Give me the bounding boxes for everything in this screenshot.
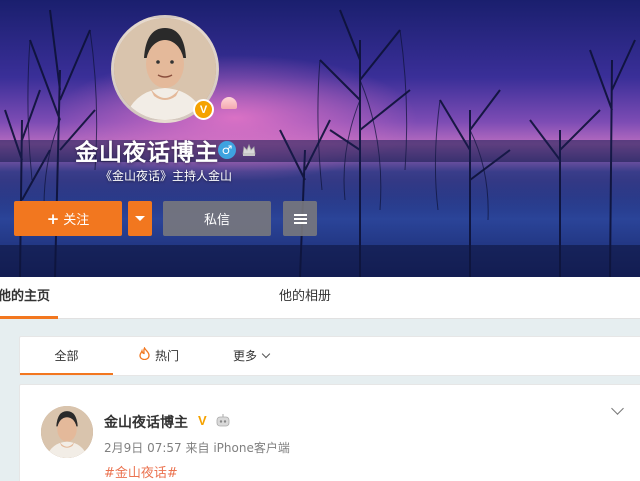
follow-label: 关注: [63, 213, 90, 228]
chevron-down-icon[interactable]: [611, 402, 624, 415]
triangle-down-icon: [135, 216, 145, 221]
profile-cover: V 金山夜话博主 ♂ 《金山夜话》主持人金山 + 关注 私信: [0, 0, 640, 277]
profile-name: 金山夜话博主: [75, 140, 219, 166]
plus-icon: +: [46, 209, 60, 228]
filter-hot-label: 热门: [155, 349, 180, 363]
more-menu-button[interactable]: [283, 201, 317, 236]
post-source-prefix: 来自: [185, 441, 210, 455]
member-robot-icon[interactable]: [215, 413, 231, 427]
post-author-name[interactable]: 金山夜话博主: [104, 412, 188, 432]
profile-description: 《金山夜话》主持人金山: [100, 169, 233, 183]
follow-dropdown-button[interactable]: [128, 201, 152, 236]
message-label: 私信: [203, 213, 230, 228]
tab-home[interactable]: 他的主页: [0, 277, 58, 319]
post-meta: 2月9日 07:57 来自 iPhone客户端: [104, 439, 290, 456]
filter-all[interactable]: 全部: [20, 337, 113, 375]
message-button[interactable]: 私信: [163, 201, 271, 236]
feed-filter-bar: 全部 热门 更多: [19, 336, 640, 376]
filter-more-label: 更多: [233, 349, 258, 363]
verified-badge-icon: V: [193, 99, 214, 120]
post-card: 金山夜话博主 V 2月9日 07:57 来自 iPhone客户端 #金山夜话#: [19, 384, 640, 481]
author-portrait-image: [41, 406, 93, 458]
sun-decoration: [221, 97, 237, 109]
post-hashtag[interactable]: #金山夜话#: [104, 462, 178, 481]
post-author-avatar[interactable]: [41, 406, 93, 458]
profile-tabs: 他的主页 他的相册: [0, 277, 640, 319]
follow-button[interactable]: + 关注: [14, 201, 122, 236]
post-date[interactable]: 2月9日 07:57: [104, 441, 182, 455]
chevron-down-icon: [261, 349, 271, 359]
post-source: iPhone客户端: [213, 441, 290, 455]
hamburger-icon: [293, 212, 307, 226]
verified-v-icon: V: [198, 413, 207, 428]
filter-hot[interactable]: 热门: [139, 337, 179, 375]
filter-more[interactable]: 更多: [233, 337, 271, 375]
fire-icon: [139, 337, 150, 375]
crown-icon[interactable]: [241, 142, 257, 158]
male-icon: ♂: [218, 141, 236, 159]
tab-album[interactable]: 他的相册: [279, 277, 331, 319]
